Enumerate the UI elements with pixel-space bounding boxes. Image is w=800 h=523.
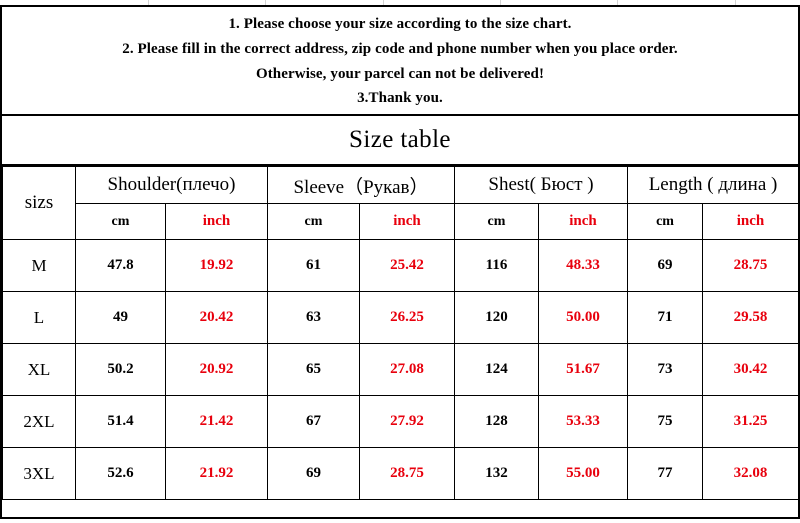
cell-length-inch: 30.42 [702, 343, 800, 396]
size-column-header: sizs [2, 166, 76, 240]
header-row-groups: sizs Shoulder(плечо) Sleeve（Рукав） Shest… [2, 166, 800, 240]
unit-header-shoulder-inch: inch [165, 203, 268, 240]
unit-header-length-inch: inch [702, 203, 800, 240]
cell-length-inch: 31.25 [702, 395, 800, 448]
cell-shoulder-inch: 20.42 [165, 291, 268, 344]
unit-header-length-cm: cm [627, 203, 704, 240]
header-row-units: cm inch cm inch cm inch cm inch [3, 203, 800, 240]
cell-sleeve-inch: 28.75 [359, 447, 455, 500]
cell-size: XL [2, 343, 76, 396]
unit-header-shoulder-cm: cm [75, 203, 166, 240]
cell-sleeve-cm: 63 [267, 291, 360, 344]
cell-shoulder-inch: 21.42 [165, 395, 268, 448]
cell-chest-inch: 55.00 [537, 447, 629, 500]
table-row: M 47.8 19.92 61 25.42 116 48.33 69 28.75 [2, 239, 800, 292]
chart-frame: 1. Please choose your size according to … [0, 5, 800, 519]
cell-length-cm: 69 [627, 239, 704, 292]
cell-shoulder-inch: 19.92 [165, 239, 268, 292]
cell-length-cm: 71 [627, 291, 704, 344]
cell-length-cm: 77 [627, 447, 704, 500]
cell-length-cm: 73 [627, 343, 704, 396]
cell-sleeve-cm: 67 [267, 395, 360, 448]
size-table-body: M 47.8 19.92 61 25.42 116 48.33 69 28.75… [2, 239, 800, 500]
cell-length-inch: 32.08 [702, 447, 800, 500]
instruction-line-2: 2. Please fill in the correct address, z… [122, 40, 678, 57]
cell-chest-inch: 48.33 [537, 239, 629, 292]
unit-header-sleeve-inch: inch [359, 203, 455, 240]
cell-sleeve-cm: 65 [267, 343, 360, 396]
instruction-line-3: Otherwise, your parcel can not be delive… [255, 65, 545, 82]
table-row: 3XL 52.6 21.92 69 28.75 132 55.00 77 32.… [2, 447, 800, 500]
group-header-length: Length ( длина ) [627, 166, 800, 204]
cell-size: 3XL [2, 447, 76, 500]
cell-shoulder-inch: 21.92 [165, 447, 268, 500]
cell-size: 2XL [2, 395, 76, 448]
cell-size: M [2, 239, 76, 292]
cell-sleeve-inch: 27.08 [359, 343, 455, 396]
cell-chest-cm: 132 [454, 447, 539, 500]
table-row: 2XL 51.4 21.42 67 27.92 128 53.33 75 31.… [2, 395, 800, 448]
size-chart-page: 1. Please choose your size according to … [0, 0, 800, 523]
group-header-chest: Shest( Бюст ) [453, 166, 629, 204]
cell-shoulder-inch: 20.92 [165, 343, 268, 396]
unit-header-chest-inch: inch [537, 203, 629, 240]
table-title-row: Size table [2, 116, 798, 166]
cell-chest-cm: 120 [454, 291, 539, 344]
cell-chest-cm: 124 [454, 343, 539, 396]
cell-sleeve-inch: 26.25 [359, 291, 455, 344]
cell-shoulder-cm: 49 [75, 291, 166, 344]
cell-shoulder-cm: 50.2 [75, 343, 166, 396]
unit-header-sleeve-cm: cm [267, 203, 360, 240]
cell-length-inch: 29.58 [702, 291, 800, 344]
instruction-line-1: 1. Please choose your size according to … [228, 15, 572, 32]
table-row: L 49 20.42 63 26.25 120 50.00 71 29.58 [2, 291, 800, 344]
group-header-sleeve: Sleeve（Рукав） [267, 166, 455, 204]
cell-shoulder-cm: 52.6 [75, 447, 166, 500]
cell-chest-cm: 128 [454, 395, 539, 448]
cell-size: L [2, 291, 76, 344]
cell-length-cm: 75 [627, 395, 704, 448]
instructions-block: 1. Please choose your size according to … [2, 7, 798, 116]
cell-chest-inch: 51.67 [537, 343, 629, 396]
cell-chest-cm: 116 [454, 239, 539, 292]
cell-shoulder-cm: 47.8 [75, 239, 166, 292]
cell-sleeve-cm: 61 [267, 239, 360, 292]
instruction-line-4: 3.Thank you. [357, 90, 443, 107]
cell-sleeve-inch: 27.92 [359, 395, 455, 448]
cell-chest-inch: 50.00 [537, 291, 629, 344]
unit-header-chest-cm: cm [454, 203, 539, 240]
page-title: Size table [349, 126, 451, 153]
size-table: sizs Shoulder(плечо) Sleeve（Рукав） Shest… [2, 166, 800, 500]
group-header-shoulder: Shoulder(плечо) [75, 166, 268, 204]
table-row: XL 50.2 20.92 65 27.08 124 51.67 73 30.4… [2, 343, 800, 396]
cell-length-inch: 28.75 [702, 239, 800, 292]
cell-shoulder-cm: 51.4 [75, 395, 166, 448]
cell-chest-inch: 53.33 [537, 395, 629, 448]
cell-sleeve-cm: 69 [267, 447, 360, 500]
cell-sleeve-inch: 25.42 [359, 239, 455, 292]
